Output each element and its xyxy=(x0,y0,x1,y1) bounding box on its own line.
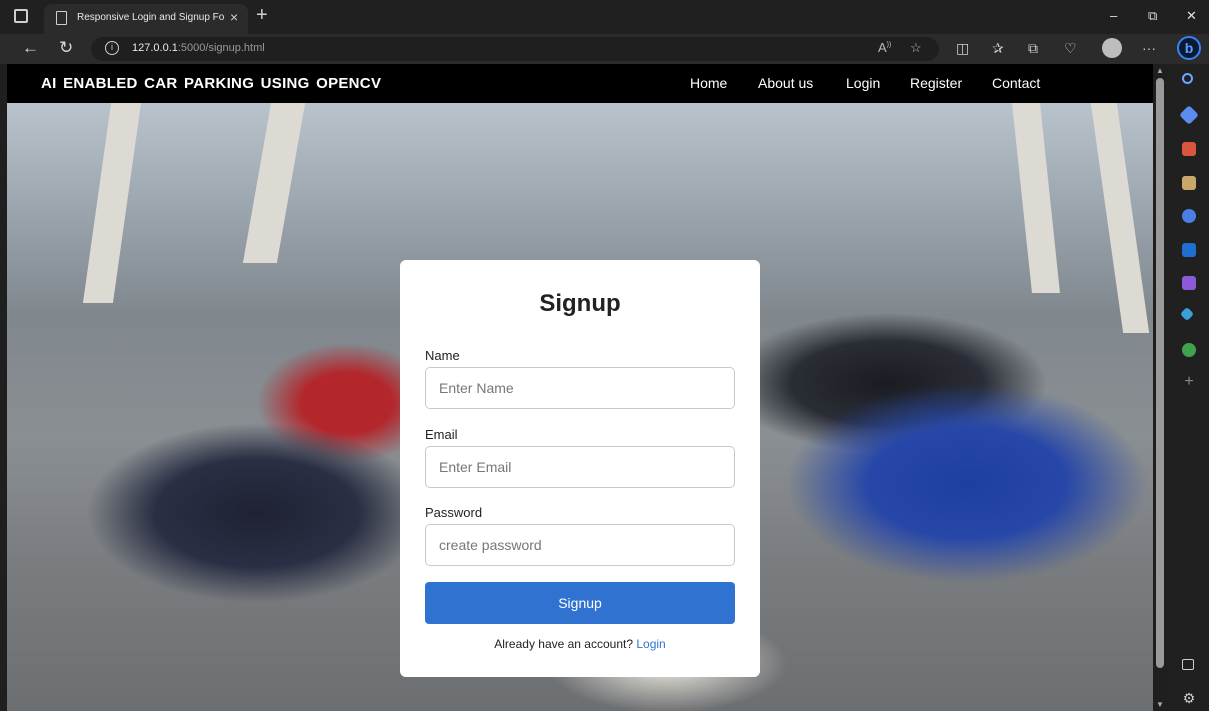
scroll-thumb[interactable] xyxy=(1156,78,1164,668)
signup-heading: Signup xyxy=(539,290,621,317)
page-viewport: AI ENABLED CAR PARKING USING OPENCV Home… xyxy=(7,64,1153,711)
new-tab-button[interactable]: + xyxy=(256,4,268,27)
building-pillar xyxy=(82,103,142,303)
back-icon[interactable]: ← xyxy=(22,38,39,58)
building-pillar xyxy=(1012,103,1060,293)
more-icon[interactable]: ··· xyxy=(1142,40,1156,56)
minimize-button[interactable]: – xyxy=(1110,8,1117,23)
tag-icon[interactable] xyxy=(1179,105,1199,125)
outlook-icon[interactable] xyxy=(1182,243,1196,257)
name-label: Name xyxy=(425,348,460,363)
collections-icon[interactable]: ⧉ xyxy=(1028,40,1038,57)
site-brand[interactable]: AI ENABLED CAR PARKING USING OPENCV xyxy=(41,75,381,92)
browser-toolbar: ← ↻ i 127.0.0.1:5000/signup.html A)) ☆ ◫… xyxy=(0,34,1209,64)
close-window-button[interactable]: ✕ xyxy=(1186,8,1197,24)
copilot-icon[interactable] xyxy=(1182,209,1196,223)
settings-icon[interactable]: ⚙ xyxy=(1182,691,1196,705)
tab-close-icon[interactable]: × xyxy=(230,9,238,25)
search-icon[interactable] xyxy=(1182,73,1193,84)
email-label: Email xyxy=(425,427,458,442)
url-text: 127.0.0.1:5000/signup.html xyxy=(132,42,265,54)
signup-button[interactable]: Signup xyxy=(425,582,735,624)
scroll-down-icon[interactable]: ▼ xyxy=(1156,700,1164,709)
drop-icon[interactable] xyxy=(1182,276,1196,290)
nav-register[interactable]: Register xyxy=(910,75,962,91)
browser-essentials-icon[interactable]: ♡ xyxy=(1064,40,1077,57)
refresh-icon[interactable]: ↻ xyxy=(59,38,73,58)
info-icon[interactable]: i xyxy=(105,41,119,55)
bing-copilot-icon[interactable]: b xyxy=(1177,36,1201,60)
nav-login[interactable]: Login xyxy=(846,75,880,91)
signup-card: Signup Name Email Password Signup Alread… xyxy=(400,260,760,677)
telegram-icon[interactable] xyxy=(1179,306,1195,322)
favorites-icon[interactable]: ✰ xyxy=(992,40,1004,57)
scroll-up-icon[interactable]: ▲ xyxy=(1156,66,1164,75)
address-bar[interactable]: i 127.0.0.1:5000/signup.html A)) ☆ xyxy=(91,37,939,61)
page-scrollbar[interactable]: ▲ ▼ xyxy=(1153,64,1167,711)
url-path: :5000/signup.html xyxy=(177,42,265,54)
page-icon xyxy=(56,11,67,25)
login-prompt: Already have an account? Login xyxy=(400,637,760,651)
edge-sidebar: + ⚙ xyxy=(1167,64,1209,711)
site-navbar: AI ENABLED CAR PARKING USING OPENCV Home… xyxy=(7,64,1153,103)
name-input[interactable] xyxy=(425,367,735,409)
tab-actions-icon[interactable] xyxy=(14,9,28,23)
login-link[interactable]: Login xyxy=(636,637,665,651)
login-prompt-text: Already have an account? xyxy=(494,637,634,651)
password-input[interactable] xyxy=(425,524,735,566)
profile-icon[interactable] xyxy=(1102,38,1122,58)
nav-home[interactable]: Home xyxy=(690,75,727,91)
nav-about[interactable]: About us xyxy=(758,75,813,91)
browser-tab[interactable]: Responsive Login and Signup Fo × xyxy=(44,4,248,34)
favorite-icon[interactable]: ☆ xyxy=(910,40,922,56)
restore-button[interactable]: ⧉ xyxy=(1148,8,1157,24)
hero-background-image: Signup Name Email Password Signup Alread… xyxy=(7,103,1153,711)
tab-title: Responsive Login and Signup Fo xyxy=(77,12,225,23)
chess-icon[interactable] xyxy=(1182,176,1196,190)
nav-contact[interactable]: Contact xyxy=(992,75,1040,91)
building-pillar xyxy=(1090,103,1150,333)
tree-icon[interactable] xyxy=(1182,343,1196,357)
read-aloud-icon[interactable]: A)) xyxy=(878,40,891,55)
add-icon[interactable]: + xyxy=(1182,374,1196,390)
browser-titlebar: Responsive Login and Signup Fo × + – ⧉ ✕ xyxy=(0,0,1209,34)
password-label: Password xyxy=(425,505,483,520)
toolbox-icon[interactable] xyxy=(1182,142,1196,156)
split-screen-icon[interactable]: ◫ xyxy=(956,40,969,57)
building-pillar xyxy=(242,103,306,263)
sidebar-toggle-icon[interactable] xyxy=(1182,659,1194,670)
email-input[interactable] xyxy=(425,446,735,488)
url-host: 127.0.0.1 xyxy=(132,42,178,54)
